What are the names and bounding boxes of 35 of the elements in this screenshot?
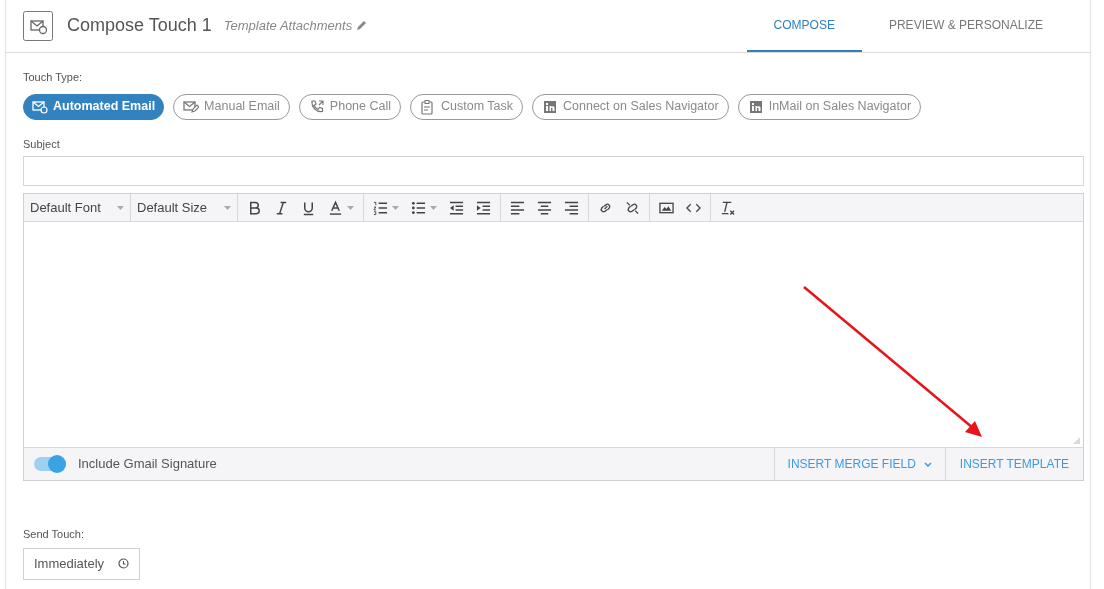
font-dropdown[interactable]: Default Font xyxy=(24,193,131,222)
tab[interactable]: COMPOSE xyxy=(746,0,862,52)
envelope-icon xyxy=(183,98,200,115)
clock-icon xyxy=(118,558,129,569)
envelope-icon xyxy=(32,98,48,115)
caret-icon xyxy=(117,205,124,210)
insert-template-button[interactable]: INSERT TEMPLATE xyxy=(944,447,1083,481)
phone-icon xyxy=(308,98,325,115)
tab[interactable]: PREVIEW & PERSONALIZE xyxy=(861,0,1070,52)
touch-type-option[interactable]: InMail on Sales Navigator xyxy=(737,93,922,120)
toggle-switch[interactable] xyxy=(34,457,66,471)
touch-type-option[interactable]: Connect on Sales Navigator xyxy=(532,93,729,120)
subject-field[interactable] xyxy=(23,156,1084,186)
send-touch-value: Immediately xyxy=(34,554,105,573)
linkedin-icon xyxy=(542,98,558,115)
touch-type-option[interactable]: Manual Email xyxy=(173,93,290,120)
chevron-down-icon xyxy=(923,461,932,467)
touch-type-option[interactable]: Phone Call xyxy=(298,93,401,120)
clipboard-icon xyxy=(420,98,436,115)
signature-label: Include Gmail Signature xyxy=(78,455,218,474)
send-touch-field[interactable]: Immediately xyxy=(23,547,140,580)
resize-grip-icon[interactable] xyxy=(1074,438,1080,444)
field-label: Touch Type: xyxy=(23,70,84,85)
caret-icon xyxy=(224,205,231,210)
insert-merge-field-button[interactable]: INSERT MERGE FIELD xyxy=(773,447,945,481)
touch-type-option[interactable]: Custom Task xyxy=(410,93,523,120)
field-label: Send Touch: xyxy=(23,527,85,542)
page-title: Compose Touch 1 xyxy=(67,14,212,37)
font-size-dropdown[interactable]: Default Size xyxy=(131,193,238,222)
field-label: Subject xyxy=(23,136,61,152)
email-clock-icon xyxy=(23,10,53,41)
pencil-icon[interactable] xyxy=(356,20,368,31)
linkedin-icon xyxy=(747,98,764,115)
template-name: Template Attachments xyxy=(223,16,353,35)
touch-type-option[interactable]: Automated Email xyxy=(23,93,165,120)
